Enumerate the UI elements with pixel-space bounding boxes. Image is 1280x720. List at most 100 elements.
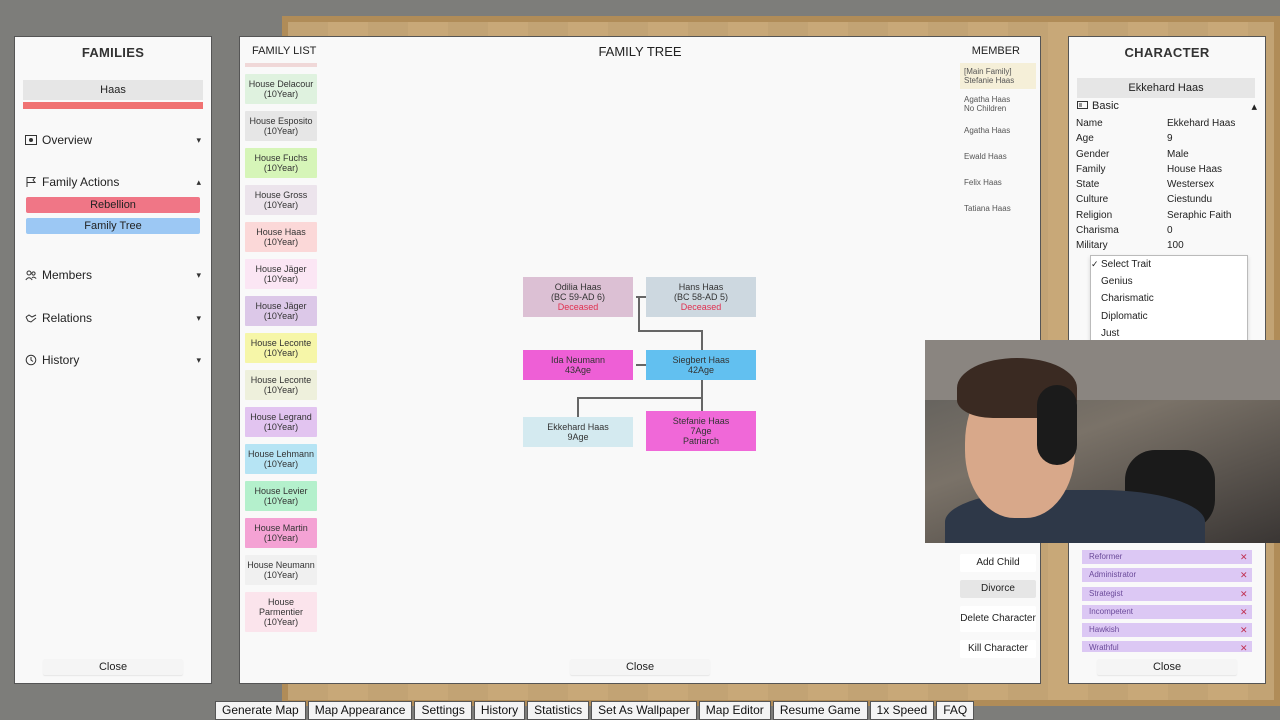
handshake-icon [25, 312, 37, 324]
section-overview[interactable]: Overview ▾ [25, 131, 201, 149]
member-list[interactable]: [Main Family] Stefanie Haas Agatha Haas No … [960, 63, 1036, 223]
member-item[interactable]: Ewald Haas [960, 145, 1036, 167]
house-item[interactable]: House Legrand (10Year) [245, 407, 317, 437]
house-item[interactable]: House Haas (10Year) [245, 222, 317, 252]
toolbar-button[interactable]: History [473, 701, 526, 720]
toolbar-button[interactable]: Resume Game [772, 701, 868, 720]
house-item[interactable]: House Martin (10Year) [245, 518, 317, 548]
section-relations-label: Relations [42, 311, 93, 325]
member-item[interactable]: Felix Haas [960, 171, 1036, 193]
trait-option[interactable]: Genius [1091, 273, 1247, 290]
member-line2: Stefanie Haas [964, 76, 1015, 85]
house-name: House Martin [254, 523, 308, 533]
remove-trait-icon[interactable]: ✕ [1240, 605, 1252, 619]
add-child-button[interactable]: Add Child [960, 554, 1036, 572]
house-years: (10Year) [263, 422, 299, 432]
trait-badge: Administrator ✕ [1082, 568, 1252, 583]
toolbar-button[interactable]: Generate Map [215, 701, 306, 720]
house-item[interactable]: House Delacour (10Year) [245, 74, 317, 104]
house-item[interactable]: House Lehmann (10Year) [245, 444, 317, 474]
attribute-key: Military [1076, 240, 1108, 252]
families-close-button[interactable]: Close [43, 659, 183, 675]
house-item[interactable]: House Jäger (10Year) [245, 259, 317, 289]
house-item[interactable]: House Neumann (10Year) [245, 555, 317, 585]
tree-node-stefanie[interactable]: Stefanie Haas 7Age Patriarch [646, 411, 756, 451]
family-list[interactable]: House Delacour (10Year) House Esposito (10Y… [245, 63, 319, 653]
member-item[interactable]: Agatha Haas No Children [960, 93, 1036, 115]
section-history[interactable]: History ▾ [25, 351, 201, 369]
section-family-actions[interactable]: Family Actions ▴ [25, 173, 201, 191]
section-members[interactable]: Members ▾ [25, 266, 201, 284]
remove-trait-icon[interactable]: ✕ [1240, 587, 1252, 601]
character-close-button[interactable]: Close [1097, 659, 1237, 675]
member-item[interactable]: Agatha Haas [960, 119, 1036, 141]
member-header: MEMBER [971, 45, 1020, 57]
tree-node-ida[interactable]: Ida Neumann 43Age [523, 350, 633, 380]
member-item[interactable]: Tatiana Haas [960, 197, 1036, 219]
house-item[interactable]: House Gross (10Year) [245, 185, 317, 215]
delete-character-button[interactable]: Delete Character [960, 606, 1036, 632]
node-status: Deceased [680, 302, 722, 312]
rebellion-button[interactable]: Rebellion [26, 197, 200, 213]
attribute-key: Family [1076, 163, 1106, 175]
history-icon [25, 354, 37, 366]
trait-option[interactable]: Diplomatic [1091, 308, 1247, 325]
house-name-part: House [267, 597, 294, 607]
trait-option[interactable]: Charismatic [1091, 290, 1247, 307]
tree-line [701, 397, 703, 411]
house-item[interactable]: House Parmentier (10Year) [245, 592, 317, 632]
selected-family[interactable]: Haas [23, 80, 203, 100]
trait-badge: Incompetent ✕ [1082, 604, 1252, 619]
house-item[interactable]: House Leconte (10Year) [245, 333, 317, 363]
house-years: (10Year) [263, 533, 299, 543]
house-years: (10Year) [263, 237, 299, 247]
house-name: House Jäger [255, 264, 307, 274]
toolbar-button[interactable]: FAQ [936, 701, 975, 720]
remove-trait-icon[interactable]: ✕ [1240, 641, 1252, 652]
tree-node-siegbert[interactable]: Siegbert Haas 42Age [646, 350, 756, 380]
node-dates: (BC 58-AD 5) [673, 292, 728, 302]
toolbar-button[interactable]: Map Appearance [307, 701, 413, 720]
member-line1: Agatha Haas [964, 95, 1011, 104]
house-partial[interactable] [245, 63, 317, 67]
tree-line [577, 397, 703, 399]
trait-option[interactable]: Just [1091, 325, 1247, 340]
family-tree-button[interactable]: Family Tree [26, 218, 200, 234]
tree-node-hans[interactable]: Hans Haas (BC 58-AD 5) Deceased [646, 277, 756, 317]
member-item[interactable]: [Main Family] Stefanie Haas [960, 63, 1036, 89]
section-basic[interactable]: Basic ▴ [1077, 100, 1257, 113]
family-color-bar [23, 102, 203, 109]
house-item[interactable]: House Esposito (10Year) [245, 111, 317, 141]
toolbar-button[interactable]: Set As Wallpaper [591, 701, 697, 720]
tree-line [638, 297, 640, 331]
eye-icon [25, 134, 37, 146]
trait-option-selected[interactable]: ✓ Select Trait [1091, 256, 1247, 273]
remove-trait-icon[interactable]: ✕ [1240, 550, 1252, 564]
tree-node-odilia[interactable]: Odilia Haas (BC 59-AD 6) Deceased [523, 277, 633, 317]
node-status: Deceased [557, 302, 599, 312]
trait-dropdown[interactable]: ✓ Select Trait Genius Charismatic Diplomatic… [1090, 255, 1248, 341]
house-item[interactable]: House Jäger (10Year) [245, 296, 317, 326]
toolbar-button[interactable]: 1x Speed [869, 701, 935, 720]
toolbar-button[interactable]: Map Editor [698, 701, 771, 720]
toolbar-button[interactable]: Settings [414, 701, 472, 720]
family-tree-close-button[interactable]: Close [570, 659, 710, 675]
node-dates: (BC 59-AD 6) [550, 292, 605, 302]
toolbar-button[interactable]: Statistics [527, 701, 590, 720]
divorce-button[interactable]: Divorce [960, 580, 1036, 598]
node-name: Ekkehard Haas [547, 422, 609, 432]
tree-node-ekkehard[interactable]: Ekkehard Haas 9Age [523, 417, 633, 447]
remove-trait-icon[interactable]: ✕ [1240, 623, 1252, 637]
house-name: House Levier [254, 486, 308, 496]
remove-trait-icon[interactable]: ✕ [1240, 568, 1252, 582]
house-item[interactable]: House Leconte (10Year) [245, 370, 317, 400]
house-item[interactable]: House Fuchs (10Year) [245, 148, 317, 178]
house-item[interactable]: House Levier (10Year) [245, 481, 317, 511]
trait-name: Hawkish [1089, 625, 1120, 635]
attribute-key: Culture [1076, 194, 1109, 206]
kill-character-button[interactable]: Kill Character [960, 640, 1036, 658]
section-relations[interactable]: Relations ▾ [25, 309, 201, 327]
house-name: House Esposito [249, 116, 313, 126]
attribute-value: Seraphic Faith [1167, 209, 1232, 221]
attribute-key: Gender [1076, 148, 1110, 160]
